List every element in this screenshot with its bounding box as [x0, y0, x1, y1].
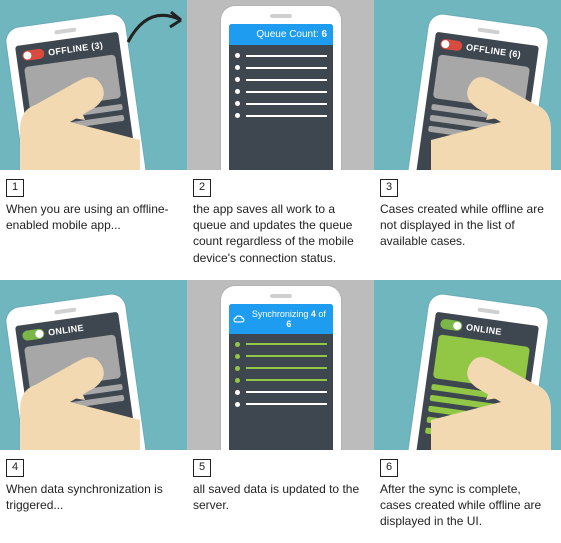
caption-text: After the sync is complete, cases create… — [380, 481, 555, 530]
panel-5: Synchronizing 4 of 6 5 all saved data is… — [187, 280, 374, 543]
panel-1: OFFLINE (3) 1 When yo — [0, 0, 187, 280]
caption-text: When data synchronization is triggered..… — [6, 481, 181, 513]
phone-screen: OFFLINE (3) — [15, 32, 147, 170]
online-toggle-icon — [440, 318, 463, 331]
phone-screen: Synchronizing 4 of 6 — [229, 304, 333, 450]
content-card — [24, 334, 121, 390]
panel-5-illustration: Synchronizing 4 of 6 — [187, 280, 374, 450]
offline-toggle-icon — [440, 38, 463, 51]
sync-header: Synchronizing 4 of 6 — [229, 304, 333, 334]
status-label: ONLINE — [465, 322, 502, 337]
panel-6-illustration: ONLINE — [374, 280, 561, 450]
diagram-grid: OFFLINE (3) 1 When yo — [0, 0, 561, 543]
step-number: 6 — [380, 459, 398, 477]
panel-3: OFFLINE (6) 3 Cases created while offlin… — [374, 0, 561, 280]
content-card — [433, 54, 530, 110]
cloud-icon — [233, 314, 245, 324]
queue-prefix: Queue Count: — [256, 29, 321, 40]
panel-6: ONLINE 6 After the sync is — [374, 280, 561, 543]
phone: Synchronizing 4 of 6 — [221, 286, 341, 450]
phone: Queue Count: 6 — [221, 6, 341, 170]
content-card — [24, 54, 121, 110]
panel-2-illustration: Queue Count: 6 — [187, 0, 374, 170]
phone-screen: OFFLINE (6) — [407, 32, 539, 170]
caption-text: all saved data is updated to the server. — [193, 481, 368, 513]
caption-text: the app saves all work to a queue and up… — [193, 201, 368, 266]
panel-5-caption: 5 all saved data is updated to the serve… — [187, 450, 374, 527]
panel-4-illustration: ONLINE — [0, 280, 187, 450]
panel-1-caption: 1 When you are using an offline-enabled … — [0, 170, 187, 247]
sync-prefix: Synchronizing — [252, 309, 311, 319]
panel-2-caption: 2 the app saves all work to a queue and … — [187, 170, 374, 280]
status-label: OFFLINE (6) — [465, 42, 521, 60]
caption-text: When you are using an offline-enabled mo… — [6, 201, 181, 233]
step-number: 2 — [193, 179, 211, 197]
step-number: 4 — [6, 459, 24, 477]
queue-header: Queue Count: 6 — [229, 24, 333, 45]
phone-screen: ONLINE — [15, 311, 147, 449]
content-card — [433, 334, 530, 390]
panel-2: Queue Count: 6 2 the app saves all work … — [187, 0, 374, 280]
step-number: 1 — [6, 179, 24, 197]
sync-mid: of — [316, 309, 326, 319]
status-label: OFFLINE (3) — [48, 40, 104, 58]
offline-toggle-icon — [22, 48, 45, 61]
phone-screen: ONLINE — [407, 311, 539, 449]
phone-screen: Queue Count: 6 — [229, 24, 333, 170]
panel-6-caption: 6 After the sync is complete, cases crea… — [374, 450, 561, 543]
phone: OFFLINE (6) — [399, 13, 550, 170]
status-label: ONLINE — [48, 322, 85, 337]
sync-total: 6 — [286, 319, 291, 329]
phone: ONLINE — [5, 293, 156, 450]
phone: ONLINE — [399, 293, 550, 450]
queue-count: 6 — [321, 29, 327, 40]
panel-4: ONLINE 4 When data synchronization is tr… — [0, 280, 187, 543]
online-toggle-icon — [22, 328, 45, 341]
step-number: 3 — [380, 179, 398, 197]
panel-3-caption: 3 Cases created while offline are not di… — [374, 170, 561, 264]
step-number: 5 — [193, 459, 211, 477]
caption-text: Cases created while offline are not disp… — [380, 201, 555, 250]
panel-3-illustration: OFFLINE (6) — [374, 0, 561, 170]
panel-1-illustration: OFFLINE (3) — [0, 0, 187, 170]
panel-4-caption: 4 When data synchronization is triggered… — [0, 450, 187, 527]
arrow-icon — [123, 2, 187, 52]
